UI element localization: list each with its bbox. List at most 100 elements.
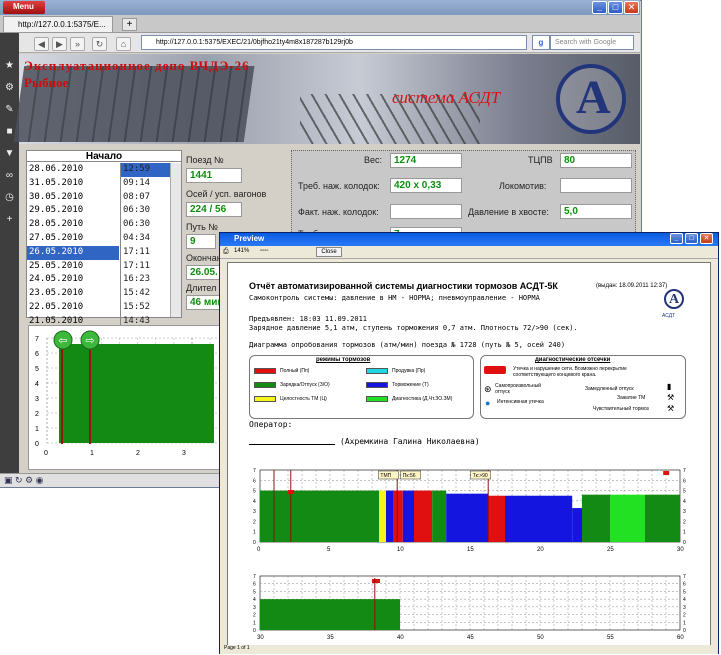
data-segment xyxy=(446,493,489,542)
diag-leak: Утечка и нарушение сети. Возможно перекр… xyxy=(513,366,627,378)
diag-clamp: Зажатие ТМ xyxy=(617,395,646,401)
list-item[interactable]: 06:30 xyxy=(121,218,170,232)
mode-label: Зарядка/Отпуск (З/О) xyxy=(280,382,330,388)
list-scrollbar[interactable] xyxy=(170,163,181,317)
widgets-icon[interactable]: ⚙ xyxy=(4,82,15,93)
downloads-icon[interactable]: ▼ xyxy=(4,148,15,159)
bookmarks-icon[interactable]: ★ xyxy=(4,60,15,71)
y-tick-label: 3 xyxy=(35,396,39,403)
y-tick-label: 0 xyxy=(253,628,256,634)
preview-close-text-button[interactable]: Close xyxy=(316,247,342,257)
data-segment xyxy=(386,490,393,542)
list-item[interactable]: 28.05.2010 xyxy=(27,218,119,232)
list-item[interactable]: 15:42 xyxy=(121,287,170,301)
list-item[interactable]: 22.05.2010 xyxy=(27,301,119,315)
y-tick-label-right: 3 xyxy=(683,605,686,611)
list-item[interactable]: 31.05.2010 xyxy=(27,177,119,191)
data-segment xyxy=(260,490,379,542)
duration-label: Длител xyxy=(186,283,217,293)
minimize-button[interactable]: _ xyxy=(592,1,607,14)
x-tick-label: 25 xyxy=(607,547,614,553)
view-icons[interactable]: ▫▫▫▫ xyxy=(260,248,269,254)
browser-tab[interactable]: http://127.0.0.1:5375/E... xyxy=(3,16,113,32)
reload-button[interactable]: ↻ xyxy=(92,37,107,51)
list-item[interactable]: 17:11 xyxy=(121,260,170,274)
y-tick-label: 6 xyxy=(253,582,256,588)
list-item[interactable]: 09:14 xyxy=(121,177,170,191)
forward-button[interactable]: ▶ xyxy=(52,37,67,51)
address-field[interactable]: http://127.0.0.1:5375/EXEC/21/0bjfho21ty… xyxy=(141,35,527,50)
search-engine-icon[interactable]: g xyxy=(532,35,550,50)
zoom-select[interactable]: 141% xyxy=(234,248,249,254)
selfcheck-line: Самоконтроль системы: давление в НМ - НО… xyxy=(249,294,540,302)
mode-label: Продувка (Пр) xyxy=(392,368,426,374)
x-tick-label: 45 xyxy=(467,635,474,641)
list-item[interactable]: 12:59 xyxy=(121,163,170,177)
mode-label: Целостность ТМ (Ц) xyxy=(280,396,327,402)
preview-maximize-button[interactable]: □ xyxy=(685,233,698,244)
back-button[interactable]: ◀ xyxy=(34,37,49,51)
charge-line: Зарядное давление 5,1 атм, ступень тормо… xyxy=(249,324,578,332)
search-input[interactable]: Search with Google xyxy=(550,35,634,50)
links-icon[interactable]: ∞ xyxy=(4,170,15,181)
list-item[interactable]: 26.05.2010 xyxy=(27,245,119,260)
status-icons[interactable]: ▣ ↻ ⚙ ◉ xyxy=(4,475,43,486)
x-tick-label: 1 xyxy=(90,450,94,457)
y-tick-label: 7 xyxy=(35,336,39,343)
list-item[interactable]: 30.05.2010 xyxy=(27,191,119,205)
list-item[interactable]: 27.05.2010 xyxy=(27,232,119,246)
data-segment xyxy=(582,494,610,542)
close-button[interactable]: ✕ xyxy=(624,1,639,14)
diag-intense-leak: Интенсивная утечка xyxy=(497,399,544,405)
loco-value xyxy=(560,178,632,193)
list-item[interactable]: 28.06.2010 xyxy=(27,163,119,177)
maximize-button[interactable]: □ xyxy=(608,1,623,14)
y-tick-label-right: 0 xyxy=(683,628,686,634)
x-tick-label: 55 xyxy=(607,635,614,641)
fact-pads-value xyxy=(390,204,462,219)
opera-side-panel xyxy=(0,33,19,473)
list-item[interactable]: 08:07 xyxy=(121,191,170,205)
print-icon[interactable]: ⎙ xyxy=(223,248,229,256)
list-item[interactable]: 23.05.2010 xyxy=(27,287,119,301)
notes-icon[interactable]: ■ xyxy=(4,126,15,137)
new-tab-button[interactable]: + xyxy=(122,18,137,31)
list-item[interactable]: 16:23 xyxy=(121,273,170,287)
preview-minimize-button[interactable]: _ xyxy=(670,233,683,244)
session-list: Начало 28.06.2010 31.05.2010 30.05.2010 29.… xyxy=(26,150,182,329)
mode-label: Полный (Пп) xyxy=(280,368,310,374)
y-tick-label: 0 xyxy=(253,540,256,546)
data-segment xyxy=(260,599,400,630)
list-item[interactable]: 25.05.2010 xyxy=(27,260,119,274)
list-item[interactable]: 06:30 xyxy=(121,204,170,218)
preview-close-button[interactable]: ✕ xyxy=(700,233,713,244)
list-item[interactable]: 17:11 xyxy=(121,246,170,260)
history-icon[interactable]: ◷ xyxy=(4,192,15,203)
y-tick-label-right: 0 xyxy=(683,540,686,546)
tail-pressure-label: Давление в хвосте: xyxy=(468,207,549,217)
mode-swatch xyxy=(254,396,276,402)
req-pads-value: 420 x 0,33 xyxy=(390,178,462,193)
sensitive-icon: ⚒ xyxy=(667,404,675,413)
home-button[interactable]: ⌂ xyxy=(116,37,131,51)
x-tick-label: 2 xyxy=(136,450,140,457)
list-header: Начало xyxy=(27,151,181,162)
modes-title: режимы тормозов xyxy=(316,357,371,363)
list-item[interactable]: 24.05.2010 xyxy=(27,273,119,287)
data-segment xyxy=(414,490,433,542)
add-panel-icon[interactable]: + xyxy=(4,214,15,225)
opera-title-bar xyxy=(0,0,640,15)
mode-swatch xyxy=(366,382,388,388)
fast-forward-button[interactable]: » xyxy=(70,37,85,51)
axles-label: Осей / усп. вагонов xyxy=(186,189,267,199)
opera-menu-button[interactable]: Menu xyxy=(3,1,45,14)
chart-prev-icon: ⇦ xyxy=(58,335,67,347)
y-tick-label: 5 xyxy=(253,489,256,495)
unite-icon[interactable]: ✎ xyxy=(4,104,15,115)
list-item[interactable]: 29.05.2010 xyxy=(27,204,119,218)
list-item[interactable]: 04:34 xyxy=(121,232,170,246)
date-column: 28.06.2010 31.05.2010 30.05.2010 29.05.2010… xyxy=(27,163,119,329)
list-item[interactable]: 15:52 xyxy=(121,301,170,315)
mode-swatch xyxy=(254,382,276,388)
clamp-icon: ⚒ xyxy=(667,393,675,402)
